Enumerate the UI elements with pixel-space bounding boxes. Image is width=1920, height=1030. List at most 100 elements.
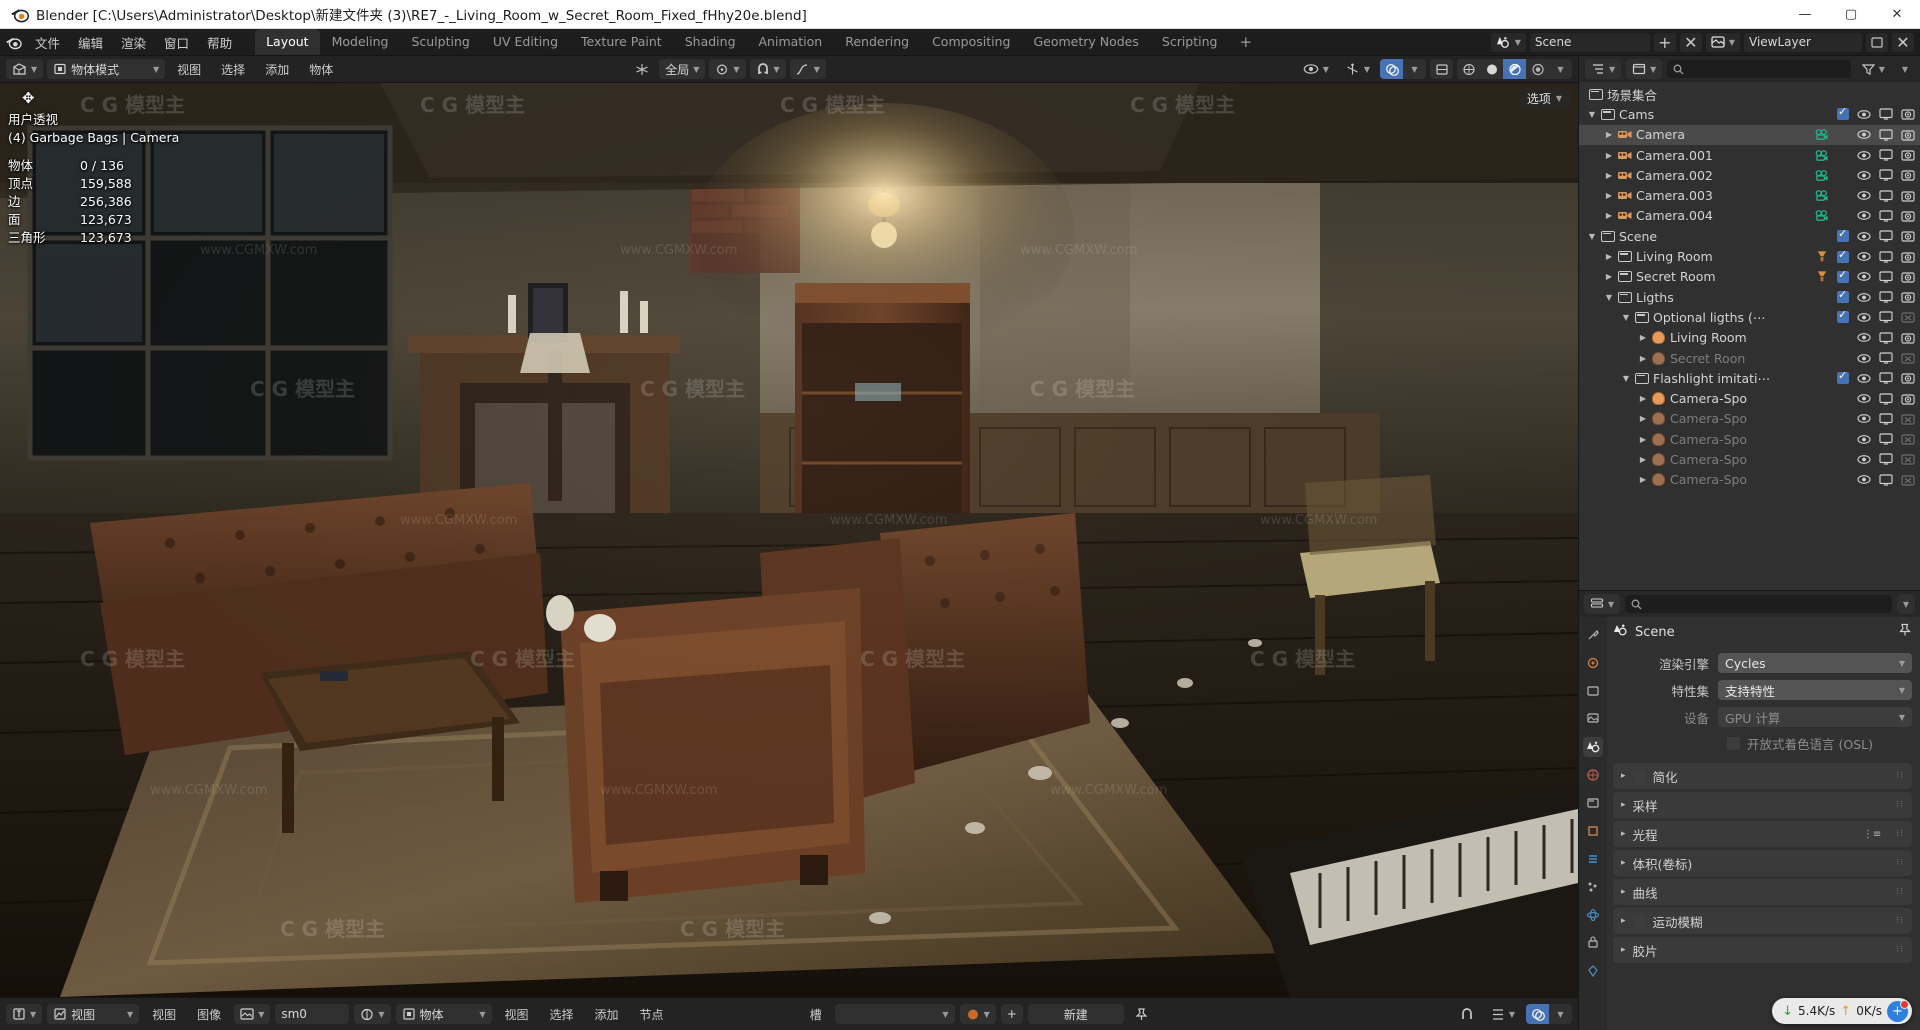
pin-icon[interactable] [1129,1004,1154,1024]
hide-in-viewport-icon[interactable] [1857,412,1871,426]
hide-in-viewport-icon[interactable] [1857,107,1871,121]
disable-in-viewports-icon[interactable] [1879,351,1893,365]
3d-viewport[interactable]: C G 模型主 C G 模型主 C G 模型主 C G 模型主 C G 模型主 … [0,83,1578,997]
properties-panel-header[interactable]: ▸ 体积(卷标) ⁝⁝ [1613,850,1912,876]
outliner-row[interactable]: ▶ Camera-Spo [1579,429,1920,449]
viewlayer-name-field[interactable]: ViewLayer [1744,32,1862,52]
disable-in-viewports-icon[interactable] [1879,128,1893,142]
disable-in-renders-icon[interactable] [1901,412,1915,426]
disable-in-viewports-icon[interactable] [1879,452,1893,466]
node-menu-add[interactable]: 添加 [587,1004,627,1025]
tab-shading[interactable]: Shading [674,29,747,55]
object-visibility-button[interactable]: ▼ [1297,59,1335,79]
expand-triangle-icon[interactable]: ▼ [1585,110,1599,119]
node-overlay-toggle-button[interactable] [1526,1004,1549,1024]
new-material-button[interactable]: 新建 [1027,1004,1124,1024]
exclude-checkbox[interactable] [1837,227,1849,243]
tab-rendering[interactable]: Rendering [834,29,920,55]
outliner-row[interactable]: ▶ Camera.004 [1579,206,1920,226]
disable-in-renders-icon[interactable] [1901,128,1915,142]
properties-panel-header[interactable]: ▸ 简化 ⁝⁝ [1613,763,1912,789]
tab-uv-editing[interactable]: UV Editing [482,29,569,55]
camera-data-icon[interactable] [1815,209,1829,223]
disable-in-renders-icon[interactable] [1901,250,1915,264]
properties-options-dropdown[interactable]: ▼ [1896,594,1915,614]
pin-icon[interactable] [1898,623,1912,641]
tab-modeling[interactable]: Modeling [321,29,400,55]
outliner-row[interactable]: ▶ Camera-Spo [1579,409,1920,429]
image-name-field[interactable]: sm0 [275,1004,350,1024]
hide-in-viewport-icon[interactable] [1857,250,1871,264]
outliner-row[interactable]: ▶ Camera.002 [1579,165,1920,185]
tab-scripting[interactable]: Scripting [1151,29,1229,55]
pivot-point-selector[interactable]: ▼ [709,59,746,79]
panel-drag-handle[interactable]: ⁝⁝ [1896,829,1904,839]
properties-tab-physics[interactable] [1583,905,1603,925]
exclude-checkbox[interactable] [1837,248,1849,263]
disable-in-viewports-icon[interactable] [1879,148,1893,162]
hide-in-viewport-icon[interactable] [1857,473,1871,487]
viewlayer-browse-icon[interactable]: ▼ [1705,32,1740,52]
hide-in-viewport-icon[interactable] [1857,229,1871,243]
disable-in-viewports-icon[interactable] [1879,270,1893,284]
disable-in-renders-icon[interactable] [1901,310,1915,324]
exclude-checkbox[interactable] [1837,369,1849,385]
properties-panel-header[interactable]: ▸ 采样 ⁝⁝ [1613,792,1912,818]
disable-in-renders-icon[interactable] [1901,270,1915,284]
filter-icon[interactable]: ▼ [1856,59,1891,79]
outliner-row[interactable]: ▶ Secret Room [1579,267,1920,287]
disable-in-renders-icon[interactable] [1901,432,1915,446]
xray-toggle-button[interactable] [1430,59,1453,79]
disable-in-viewports-icon[interactable] [1879,310,1893,324]
camera-data-icon[interactable] [1815,189,1829,203]
disable-in-renders-icon[interactable] [1901,351,1915,365]
disable-in-viewports-icon[interactable] [1879,371,1893,385]
viewport-menu-select[interactable]: 选择 [213,59,253,80]
properties-tab-data[interactable] [1583,961,1603,981]
disable-in-renders-icon[interactable] [1901,148,1915,162]
disable-in-viewports-icon[interactable] [1879,107,1893,121]
network-speed-popup[interactable]: ↓ 5.4K/s ↑ 0K/s + [1772,998,1912,1024]
viewport-menu-object[interactable]: 物体 [301,59,341,80]
outliner-row[interactable]: ▼ Cams [1579,104,1920,124]
material-browse-button[interactable]: ▼ [959,1004,996,1024]
hide-in-viewport-icon[interactable] [1857,209,1871,223]
disable-in-renders-icon[interactable] [1901,168,1915,182]
node-menu-view[interactable]: 视图 [497,1004,537,1025]
transform-orientation-selector[interactable]: 全局 ▼ [659,59,706,79]
properties-panel-header[interactable]: ▸ 光程 ⋮≡ ⁝⁝ [1613,821,1912,847]
disable-in-viewports-icon[interactable] [1879,290,1893,304]
tab-texture-paint[interactable]: Texture Paint [570,29,673,55]
expand-triangle-icon[interactable]: ▶ [1636,475,1650,484]
outliner-row-scene-collection[interactable]: 场景集合 [1579,84,1920,104]
outliner-filter-dropdown[interactable]: ▼ [1896,59,1914,79]
transform-orientation-icon[interactable] [629,59,655,79]
node-overlay-dropdown-button[interactable]: ▼ [1549,1004,1572,1024]
expand-triangle-icon[interactable]: ▼ [1585,232,1599,241]
expand-triangle-icon[interactable]: ▶ [1636,414,1650,423]
hide-in-viewport-icon[interactable] [1857,351,1871,365]
properties-tab-object[interactable] [1583,821,1603,841]
disable-in-renders-icon[interactable] [1901,189,1915,203]
node-snap-mode-selector[interactable]: ▼ [1485,1004,1521,1024]
hide-in-viewport-icon[interactable] [1857,148,1871,162]
outliner-row[interactable]: ▼ Optional ligths (⋯ [1579,307,1920,327]
properties-tab-output[interactable] [1583,681,1603,701]
expand-triangle-icon[interactable]: ▶ [1636,455,1650,464]
disable-in-viewports-icon[interactable] [1879,229,1893,243]
disable-in-viewports-icon[interactable] [1879,432,1893,446]
outliner-row[interactable]: ▶ Living Room [1579,328,1920,348]
expand-triangle-icon[interactable]: ▶ [1602,130,1616,139]
properties-search-input[interactable] [1625,595,1892,613]
left-editor-mode-selector[interactable]: 视图 ▼ [47,1004,140,1024]
shading-solid-button[interactable] [1480,59,1503,79]
node-context-selector[interactable]: 物体 ▼ [395,1004,492,1024]
hide-in-viewport-icon[interactable] [1857,452,1871,466]
expand-triangle-icon[interactable]: ▼ [1619,313,1633,322]
overlays-toggle-button[interactable] [1380,59,1403,79]
scene-name-field[interactable]: Scene [1529,32,1650,52]
shading-dropdown-button[interactable]: ▼ [1549,59,1572,79]
tab-layout[interactable]: Layout [255,29,320,55]
panel-drag-handle[interactable]: ⁝⁝ [1896,771,1904,781]
node-snap-icon[interactable] [1454,1004,1480,1024]
